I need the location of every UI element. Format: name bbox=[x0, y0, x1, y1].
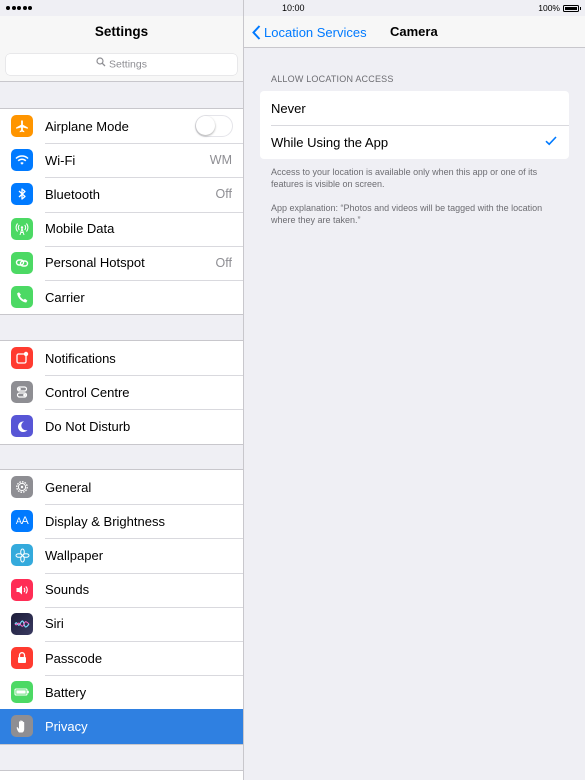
option-label: Never bbox=[271, 100, 306, 116]
sidebar-item-label: Do Not Disturb bbox=[45, 418, 131, 434]
sidebar-item-label: Display & Brightness bbox=[45, 513, 165, 529]
sidebar-item-general[interactable]: General bbox=[0, 470, 243, 504]
chevron-left-icon bbox=[252, 24, 261, 40]
moon-icon bbox=[11, 415, 33, 438]
sidebar-title: Settings bbox=[0, 16, 243, 48]
footer-note: Access to your location is available onl… bbox=[271, 167, 538, 189]
hotspot-value: Off bbox=[215, 255, 232, 270]
sidebar-item-bluetooth[interactable]: Bluetooth Off bbox=[0, 177, 243, 211]
search-icon bbox=[96, 54, 106, 75]
back-button[interactable]: Location Services bbox=[252, 16, 367, 48]
page-title: Camera bbox=[390, 24, 438, 39]
detail-pane: ALLOW LOCATION ACCESS Never While Using … bbox=[244, 48, 585, 780]
option-while-using[interactable]: While Using the App bbox=[260, 125, 569, 159]
phone-icon bbox=[11, 286, 33, 309]
sidebar-item-label: Notifications bbox=[45, 350, 116, 366]
sidebar-item-passcode[interactable]: Passcode bbox=[0, 640, 243, 675]
sidebar-item-label: Siri bbox=[45, 616, 64, 632]
search-area: Settings bbox=[0, 48, 243, 82]
sidebar-item-do-not-disturb[interactable]: Do Not Disturb bbox=[0, 409, 243, 443]
hotspot-icon bbox=[11, 251, 33, 274]
speaker-icon bbox=[11, 578, 33, 601]
sidebar-item-carrier[interactable]: Carrier bbox=[0, 279, 243, 314]
wifi-network-value: WM bbox=[209, 153, 232, 168]
option-never[interactable]: Never bbox=[260, 91, 569, 125]
sidebar-item-mobile-data[interactable]: Mobile Data bbox=[0, 211, 243, 246]
wifi-icon bbox=[11, 149, 33, 172]
bluetooth-value: Off bbox=[215, 187, 232, 202]
sidebar-item-privacy[interactable]: Privacy bbox=[0, 709, 243, 744]
notifications-icon bbox=[11, 347, 33, 370]
airplane-icon bbox=[11, 115, 33, 138]
sidebar-item-label: Passcode bbox=[45, 650, 103, 666]
option-label: While Using the App bbox=[271, 134, 389, 150]
sidebar-item-label: Mobile Data bbox=[45, 221, 115, 237]
wallpaper-icon bbox=[11, 544, 33, 567]
sidebar-item-label: Bluetooth bbox=[45, 186, 100, 202]
antenna-icon bbox=[11, 217, 33, 240]
settings-sidebar: Settings Settings Airplane Mode Wi-Fi WM bbox=[0, 0, 244, 780]
battery-indicator: 100% bbox=[538, 3, 581, 13]
checkmark-icon bbox=[545, 136, 557, 146]
sidebar-item-label: Privacy bbox=[45, 718, 88, 734]
search-placeholder: Settings bbox=[109, 58, 147, 71]
sidebar-item-display-brightness[interactable]: AA Display & Brightness bbox=[0, 504, 243, 538]
sidebar-item-label: Carrier bbox=[45, 289, 85, 305]
sidebar-item-label: General bbox=[45, 479, 92, 495]
search-field[interactable]: Settings bbox=[6, 54, 237, 75]
battery-icon bbox=[563, 4, 581, 12]
sidebar-item-sounds[interactable]: Sounds bbox=[0, 572, 243, 607]
location-access-options: Never While Using the App bbox=[260, 91, 569, 159]
display-icon: AA bbox=[11, 510, 33, 533]
sidebar-item-label: Wallpaper bbox=[45, 547, 104, 563]
back-button-label: Location Services bbox=[264, 24, 367, 40]
app-explanation: App explanation: “Photos and videos will… bbox=[271, 203, 543, 225]
battery-icon bbox=[11, 681, 33, 704]
gear-icon bbox=[11, 476, 33, 499]
airplane-mode-toggle[interactable] bbox=[195, 115, 233, 138]
sidebar-item-label: Airplane Mode bbox=[45, 118, 129, 134]
section-header: ALLOW LOCATION ACCESS bbox=[271, 74, 394, 84]
hand-icon bbox=[11, 715, 33, 738]
sidebar-item-battery[interactable]: Battery bbox=[0, 675, 243, 709]
battery-percent: 100% bbox=[538, 3, 560, 13]
siri-icon bbox=[11, 612, 33, 635]
sidebar-item-label: Battery bbox=[45, 684, 87, 700]
connectivity-group: Airplane Mode Wi-Fi WM Bluetooth Off Mob… bbox=[0, 108, 243, 316]
notifications-group: Notifications Control Centre Do Not Dist… bbox=[0, 340, 243, 445]
bluetooth-icon bbox=[11, 183, 33, 206]
general-group: General AA Display & Brightness Wallpape… bbox=[0, 469, 243, 745]
sidebar-item-siri[interactable]: Siri bbox=[0, 606, 243, 641]
sidebar-item-label: Control Centre bbox=[45, 384, 130, 400]
sidebar-item-notifications[interactable]: Notifications bbox=[0, 341, 243, 375]
sidebar-item-label: Personal Hotspot bbox=[45, 255, 145, 271]
sidebar-item-wifi[interactable]: Wi-Fi WM bbox=[0, 143, 243, 177]
sidebar-item-control-centre[interactable]: Control Centre bbox=[0, 375, 243, 409]
control-centre-icon bbox=[11, 381, 33, 404]
sidebar-item-airplane-mode[interactable]: Airplane Mode bbox=[0, 109, 243, 143]
sidebar-item-label: Wi-Fi bbox=[45, 152, 76, 168]
signal-strength-icon bbox=[6, 6, 32, 10]
next-group-partial bbox=[0, 770, 243, 780]
lock-icon bbox=[11, 647, 33, 670]
detail-navbar: Location Services Camera bbox=[244, 16, 585, 48]
sidebar-item-personal-hotspot[interactable]: Personal Hotspot Off bbox=[0, 245, 243, 280]
status-bar: 100% bbox=[0, 0, 585, 16]
sidebar-item-label: Sounds bbox=[45, 582, 90, 598]
sidebar-item-wallpaper[interactable]: Wallpaper bbox=[0, 538, 243, 572]
